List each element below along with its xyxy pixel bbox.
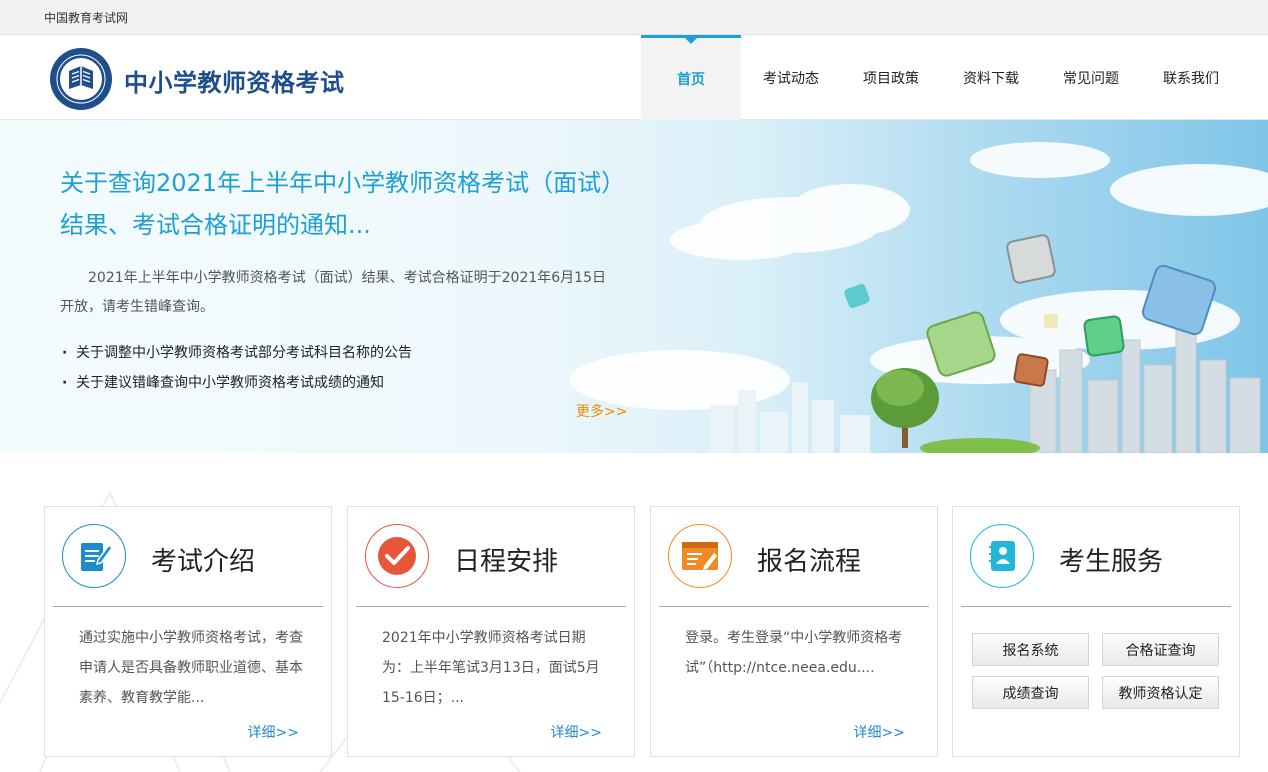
news-link[interactable]: 关于建议错峰查询中小学教师资格考试成绩的通知 (62, 368, 412, 398)
card-summary: 登录。考生登录“中小学教师资格考试”（http://ntce.neea.edu.… (685, 630, 903, 676)
banner-headline[interactable]: 关于查询2021年上半年中小学教师资格考试（面试）结果、考试合格证明的通知... (60, 162, 620, 246)
card-title: 日程安排 (454, 547, 559, 577)
card-divider (53, 606, 323, 607)
card-registration: 报名流程 登录。考生登录“中小学教师资格考试”（http://ntce.neea… (650, 506, 938, 757)
card-details-link[interactable]: 详细>> (248, 722, 299, 742)
card-details-link[interactable]: 详细>> (551, 722, 602, 742)
banner-description: 2021年上半年中小学教师资格考试（面试）结果、考试合格证明于2021年6月15… (60, 270, 606, 315)
more-news-link[interactable]: 更多>> (576, 401, 627, 421)
card-divider (961, 606, 1231, 607)
card-schedule: 日程安排 2021年中小学教师资格考试日期为：上半年笔试3月13日，面试5月15… (347, 506, 635, 757)
card-title: 考试介绍 (151, 547, 256, 577)
parent-site-link[interactable]: 中国教育考试网 (44, 9, 128, 26)
nav-downloads[interactable]: 资料下载 (941, 35, 1041, 120)
document-edit-icon (62, 524, 126, 588)
banner-illustration (570, 142, 1268, 453)
registration-form-icon (668, 524, 732, 588)
nav-contact[interactable]: 联系我们 (1141, 35, 1241, 120)
news-banner: 关于查询2021年上半年中小学教师资格考试（面试）结果、考试合格证明的通知...… (0, 120, 1268, 453)
score-query-button[interactable]: 成绩查询 (972, 676, 1089, 709)
card-candidate-services: 考生服务 报名系统 合格证查询 成绩查询 教师资格认定 (952, 506, 1240, 757)
card-divider (356, 606, 626, 607)
top-bar: 中国教育考试网 (0, 0, 1268, 35)
checkmark-icon (365, 524, 429, 588)
card-summary: 通过实施中小学教师资格考试，考查申请人是否具备教师职业道德、基本素养、教育教学能… (79, 630, 303, 706)
card-exam-intro: 考试介绍 通过实施中小学教师资格考试，考查申请人是否具备教师职业道德、基本素养、… (44, 506, 332, 757)
certificate-query-button[interactable]: 合格证查询 (1102, 633, 1219, 666)
site-title[interactable]: 中小学教师资格考试 (124, 63, 345, 98)
main-nav: 首页 考试动态 项目政策 资料下载 常见问题 联系我们 (641, 35, 1241, 120)
card-summary: 2021年中小学教师资格考试日期为：上半年笔试3月13日，面试5月15-16日；… (382, 630, 600, 706)
news-link[interactable]: 关于调整中小学教师资格考试部分考试科目名称的公告 (62, 338, 412, 368)
card-title: 考生服务 (1059, 547, 1164, 577)
nav-home[interactable]: 首页 (641, 35, 741, 120)
exam-emblem-logo-icon[interactable] (49, 47, 113, 111)
card-details-link[interactable]: 详细>> (854, 722, 905, 742)
site-header: 中小学教师资格考试 首页 考试动态 项目政策 资料下载 常见问题 联系我们 (0, 35, 1268, 120)
nav-exam-news[interactable]: 考试动态 (741, 35, 841, 120)
card-divider (659, 606, 929, 607)
banner-news-list: 关于调整中小学教师资格考试部分考试科目名称的公告 关于建议错峰查询中小学教师资格… (62, 338, 412, 398)
teacher-certification-button[interactable]: 教师资格认定 (1102, 676, 1219, 709)
card-title: 报名流程 (757, 547, 862, 577)
nav-faq[interactable]: 常见问题 (1041, 35, 1141, 120)
registration-system-button[interactable]: 报名系统 (972, 633, 1089, 666)
nav-policies[interactable]: 项目政策 (841, 35, 941, 120)
contact-book-icon (970, 524, 1034, 588)
